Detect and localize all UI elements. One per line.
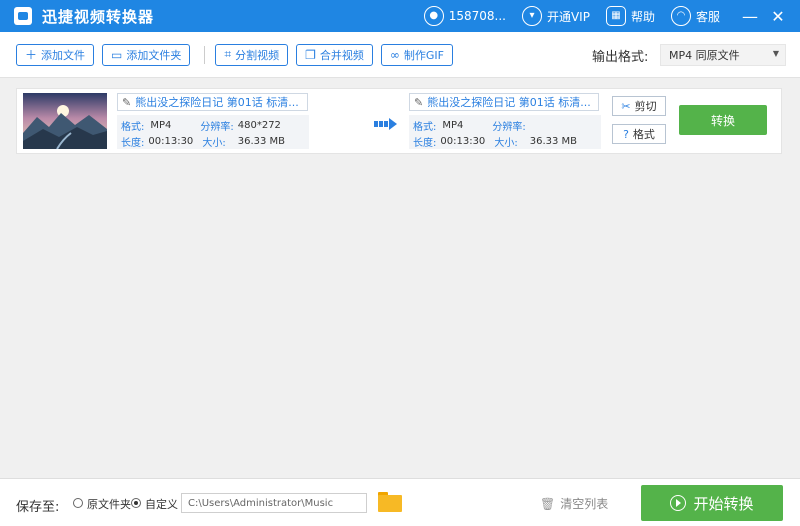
close-button[interactable]: ✕	[764, 7, 792, 26]
make-gif-button[interactable]: ∞ 制作GIF	[380, 43, 453, 66]
make-gif-label: 制作GIF	[403, 48, 444, 62]
start-convert-label: 开始转换	[693, 494, 754, 513]
add-folder-button[interactable]: ▭ 添加文件夹	[102, 43, 191, 66]
custom-folder-radio[interactable]	[131, 498, 141, 508]
source-duration: 00:13:30	[148, 135, 194, 147]
target-duration: 00:13:30	[440, 135, 486, 147]
pencil-icon: ✎	[414, 95, 424, 109]
crop-icon: ⌗	[224, 47, 232, 61]
output-format-label: 输出格式:	[592, 50, 649, 65]
cart-icon: ▾	[521, 6, 542, 26]
user-account[interactable]: ● 158708...	[423, 6, 506, 26]
service-label: 客服	[695, 9, 720, 24]
merge-icon: ❐	[305, 47, 316, 62]
user-name: 158708...	[448, 9, 506, 23]
save-to-label: 保存至:	[16, 500, 60, 515]
target-filename-text: 熊出没之探险日记 第01话 标清...	[427, 96, 591, 109]
source-size-label: 大小:	[202, 137, 226, 149]
target-format-label: 格式:	[413, 121, 437, 133]
link-icon: ∞	[389, 47, 400, 62]
help-file-icon: ?	[623, 127, 629, 141]
target-format: MP4	[442, 119, 464, 131]
merge-video-button[interactable]: ❐ 合并视频	[296, 43, 373, 66]
add-folder-label: 添加文件夹	[126, 48, 182, 62]
help-icon: ▦	[605, 6, 626, 26]
service-button[interactable]: ◠ 客服	[670, 6, 720, 26]
app-logo-icon	[14, 7, 32, 25]
bottom-bar: 保存至: 原文件夹 自定义 🗑 清空列表 开始转换	[0, 478, 800, 526]
target-size-label: 大小:	[494, 137, 518, 149]
clear-list-label: 清空列表	[560, 497, 609, 511]
split-video-label: 分割视频	[235, 48, 280, 62]
file-row: ✎ 熊出没之探险日记 第01话 标清... 格式: MP4 分辨率: 480*2…	[16, 88, 782, 154]
source-format-label: 格式:	[121, 121, 145, 133]
format-settings-label: 格式	[632, 128, 655, 141]
source-size: 36.33 MB	[237, 135, 286, 147]
pencil-icon: ✎	[122, 95, 132, 109]
title-bar-actions: ● 158708... ▾ 开通VIP ▦ 帮助 ◠ 客服 — ✕	[423, 0, 800, 32]
user-icon: ●	[423, 6, 444, 26]
format-settings-button[interactable]: ? 格式	[612, 124, 666, 144]
vip-label: 开通VIP	[546, 9, 590, 24]
plus-icon: ＋	[25, 48, 38, 62]
source-filename[interactable]: ✎ 熊出没之探险日记 第01话 标清...	[117, 93, 308, 111]
output-format-value: MP4 同原文件	[669, 49, 740, 62]
headset-icon: ◠	[670, 6, 691, 26]
convert-button[interactable]: 转换	[679, 105, 767, 135]
file-list: ✎ 熊出没之探险日记 第01话 标清... 格式: MP4 分辨率: 480*2…	[0, 78, 800, 478]
scissors-icon: ✂	[621, 99, 631, 113]
title-bar: 迅捷视频转换器 ● 158708... ▾ 开通VIP ▦ 帮助 ◠ 客服 — …	[0, 0, 800, 32]
play-circle-icon	[670, 495, 687, 511]
video-thumbnail[interactable]	[23, 93, 107, 149]
target-duration-label: 长度:	[413, 137, 437, 149]
source-info: 格式: MP4 分辨率: 480*272 长度: 00:13:30 大小: 36…	[117, 115, 309, 149]
target-info: 格式: MP4 分辨率: 长度: 00:13:30 大小: 36.33 MB	[409, 115, 601, 149]
help-button[interactable]: ▦ 帮助	[605, 6, 655, 26]
cut-button[interactable]: ✂ 剪切	[612, 96, 666, 116]
cut-label: 剪切	[634, 100, 657, 113]
source-format: MP4	[150, 119, 172, 131]
vip-button[interactable]: ▾ 开通VIP	[521, 6, 590, 26]
source-resolution: 480*272	[237, 119, 281, 131]
custom-folder-label[interactable]: 自定义	[145, 496, 178, 512]
folder-outline-icon: ▭	[111, 47, 123, 62]
original-folder-radio[interactable]	[73, 498, 83, 508]
start-convert-button[interactable]: 开始转换	[641, 485, 783, 521]
merge-video-label: 合并视频	[319, 48, 364, 62]
target-resolution-label: 分辨率:	[492, 121, 526, 133]
minimize-button[interactable]: —	[736, 7, 764, 26]
source-duration-label: 长度:	[121, 137, 145, 149]
add-file-button[interactable]: ＋ 添加文件	[16, 43, 95, 66]
split-video-button[interactable]: ⌗ 分割视频	[215, 43, 289, 66]
output-format-select[interactable]: MP4 同原文件 ▼	[660, 44, 786, 66]
target-filename[interactable]: ✎ 熊出没之探险日记 第01话 标清...	[409, 93, 599, 111]
source-resolution-label: 分辨率:	[200, 121, 234, 133]
save-path-input[interactable]	[181, 493, 367, 513]
target-size: 36.33 MB	[529, 135, 578, 147]
clear-list-button[interactable]: 🗑 清空列表	[540, 495, 608, 512]
chevron-down-icon: ▼	[772, 49, 779, 58]
original-folder-label[interactable]: 原文件夹	[87, 496, 131, 512]
trash-icon: 🗑	[540, 496, 556, 511]
add-file-label: 添加文件	[41, 48, 86, 62]
toolbar: ＋ 添加文件 ▭ 添加文件夹 ⌗ 分割视频 ❐ 合并视频 ∞ 制作GIF 输出格…	[0, 32, 800, 78]
source-filename-text: 熊出没之探险日记 第01话 标清...	[135, 96, 299, 109]
help-label: 帮助	[630, 9, 655, 24]
toolbar-divider	[204, 45, 206, 64]
folder-icon[interactable]	[378, 492, 402, 512]
convert-arrow-icon	[374, 118, 398, 130]
app-title: 迅捷视频转换器	[42, 7, 155, 26]
